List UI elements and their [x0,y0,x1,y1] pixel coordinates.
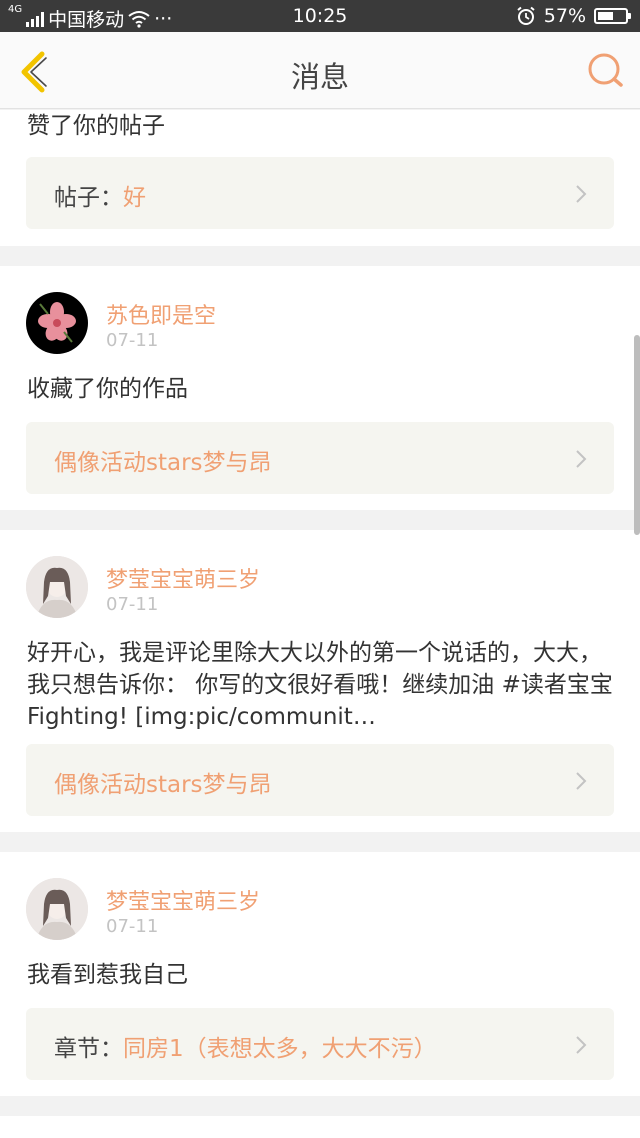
message-date: 07-11 [106,916,159,937]
message-date: 07-11 [106,594,159,615]
link-title: 偶像活动stars梦与昂 [54,450,272,476]
search-icon[interactable] [586,50,626,90]
message-card: 梦莹宝宝萌三岁 07-11 我看到惹我自己 章节：同房1（表想太多，大大不污） [0,852,640,1096]
linked-post[interactable]: 帖子：好 [26,157,614,229]
girl-avatar-image [26,878,88,940]
battery-percent: 57% [543,5,586,27]
linked-post-label: 帖子：好 [54,178,146,212]
scrollbar[interactable] [634,335,640,535]
battery-icon [594,8,631,24]
chevron-right-icon [576,772,587,790]
status-bar: 4G 中国移动 ··· 10:25 57% [0,0,640,32]
linked-work-label: 偶像活动stars梦与昂 [54,443,272,477]
page-title: 消息 [290,60,349,94]
linked-work[interactable]: 偶像活动stars梦与昂 [26,422,614,494]
message-text: 好开心，我是评论里除大大以外的第一个说话的，大大，我只想告诉你： 你写的文很好看… [27,640,613,730]
message-text: 我看到惹我自己 [27,962,188,988]
link-prefix: 帖子： [54,185,123,211]
link-prefix: 章节： [54,1036,123,1062]
flower-avatar-image [38,302,76,343]
battery-level [598,12,613,20]
nav-bar: 消息 [0,32,640,109]
girl-avatar-image [26,556,88,618]
link-title: 偶像活动stars梦与昂 [54,772,272,798]
chevron-right-icon [576,450,587,468]
linked-chapter-label: 章节：同房1（表想太多，大大不污） [54,1029,437,1063]
avatar[interactable] [26,878,88,940]
message-card [0,1116,640,1138]
chevron-right-icon [576,185,587,203]
message-text: 赞了你的帖子 [27,113,165,139]
message-list[interactable]: 赞了你的帖子 帖子：好 苏色即是空 07-11 收藏了你的作品 偶像活动star… [0,110,640,1138]
link-title: 好 [123,185,146,211]
link-title: 同房1（表想太多，大大不污） [123,1036,437,1062]
message-card: 苏色即是空 07-11 收藏了你的作品 偶像活动stars梦与昂 [0,266,640,510]
message-text: 收藏了你的作品 [27,376,188,402]
avatar[interactable] [26,292,88,354]
linked-work[interactable]: 偶像活动stars梦与昂 [26,744,614,816]
chevron-right-icon [576,1036,587,1054]
status-right: 57% [516,5,631,27]
username[interactable]: 梦莹宝宝萌三岁 [106,562,260,594]
linked-work-label: 偶像活动stars梦与昂 [54,765,272,799]
alarm-icon [517,6,535,25]
username[interactable]: 苏色即是空 [106,298,216,330]
message-date: 07-11 [106,330,159,351]
message-card: 梦莹宝宝萌三岁 07-11 好开心，我是评论里除大大以外的第一个说话的，大大，我… [0,530,640,832]
username[interactable]: 梦莹宝宝萌三岁 [106,884,260,916]
linked-chapter[interactable]: 章节：同房1（表想太多，大大不污） [26,1008,614,1080]
message-card: 赞了你的帖子 帖子：好 [0,110,640,246]
avatar[interactable] [26,556,88,618]
